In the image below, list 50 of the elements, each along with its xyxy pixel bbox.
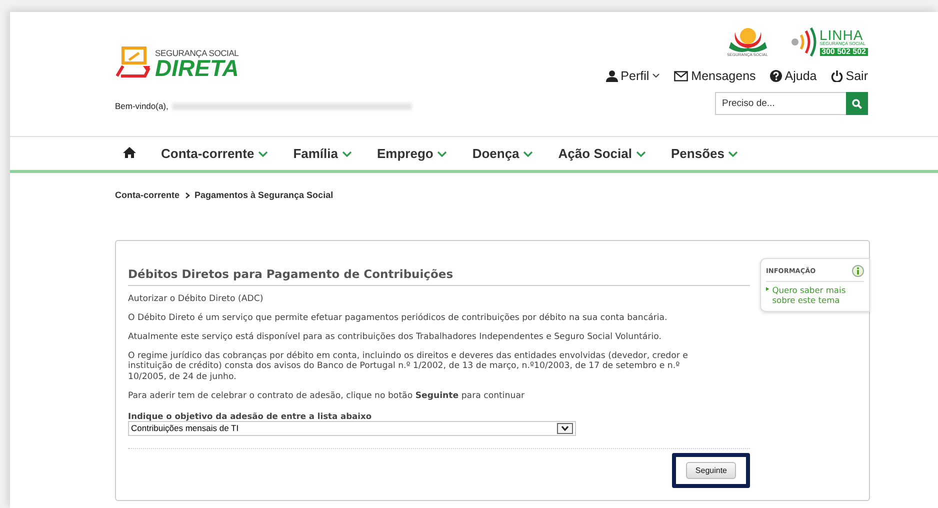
nav-item[interactable]: Família	[293, 146, 352, 161]
search-button[interactable]	[846, 92, 868, 115]
header-link[interactable]: Sair	[830, 69, 868, 83]
info-icon	[852, 265, 864, 277]
paragraph: O Débito Direto é um serviço que permite efetuar pagamentos periódicos de contribuições por débito na sua conta bancária.	[128, 313, 668, 324]
help-icon	[770, 70, 782, 82]
header-link[interactable]: Ajuda	[770, 69, 817, 83]
nav-item[interactable]: Pensões	[671, 146, 738, 161]
sound-waves-icon	[790, 27, 816, 57]
field-label: Indique o objetivo da adesão de entre a lista abaixo	[128, 410, 373, 421]
greeting-text: Bem-vindo(a),	[115, 101, 168, 111]
header-link[interactable]: Perfil	[606, 69, 660, 83]
section-title: Débitos Diretos para Pagamento de Contribuições	[128, 267, 750, 286]
paragraph: Autorizar o Débito Direto (ADC)	[128, 294, 264, 306]
chevron-down-icon	[652, 73, 660, 79]
search-field[interactable]: Preciso de...	[715, 92, 846, 115]
chevron-down-icon	[258, 150, 268, 157]
info-link[interactable]: Quero saber mais sobre este tema	[766, 286, 864, 306]
hotline-title: LINHA	[820, 28, 864, 42]
paragraph: O regime jurídico das cobranças por débito em conta, incluindo os direitos e deveres das entidades envolvidas (devedor, credor e instituição de crédito) consta dos avisos do Banco de Portugal n.º 1/2002, de 13 de março, n.º10/2003, de 17 de setembro e n.º 10/2005, de 24 de junho.	[128, 350, 689, 383]
chevron-right-icon	[184, 192, 190, 198]
breadcrumb-item[interactable]: Conta-corrente	[115, 190, 180, 200]
nav-item[interactable]: Conta-corrente	[161, 146, 268, 161]
breadcrumb-item: Pagamentos à Segurança Social	[194, 190, 334, 200]
nav-item[interactable]: Ação Social	[558, 146, 646, 161]
header-link[interactable]: Mensagens	[674, 69, 756, 83]
hotline-number: 300 502 502	[820, 48, 868, 56]
logo-subtitle: SEGURANÇA SOCIAL	[155, 48, 239, 57]
chevron-down-icon	[342, 150, 352, 157]
sun-emblem-icon	[726, 26, 768, 52]
chevron-down-icon	[728, 150, 738, 157]
next-button[interactable]: Seguinte	[686, 462, 736, 479]
paragraph: Para aderir tem de celebrar o contrato de adesão, clique no botão Seguinte para continuar	[128, 390, 526, 402]
paragraph: Atualmente este serviço está disponível para as contribuições dos Trabalhadores Independentes e Seguro Social Voluntário.	[128, 332, 662, 343]
home-link[interactable]	[123, 146, 136, 161]
logo-title: DIRETA	[155, 57, 239, 80]
nav-item[interactable]: Doença	[472, 146, 534, 161]
select-field[interactable]: Contribuições mensais de TI	[128, 420, 576, 436]
search-icon	[852, 98, 862, 108]
power-icon	[830, 70, 843, 82]
chevron-down-icon	[437, 150, 448, 157]
chevron-down-icon	[523, 150, 534, 157]
user-icon	[606, 70, 618, 82]
nav-item[interactable]: Emprego	[376, 146, 448, 161]
bullet-triangle-icon	[766, 286, 770, 292]
chevron-down-icon	[561, 426, 569, 431]
logo-icon	[115, 46, 151, 80]
envelope-icon	[674, 70, 688, 82]
home-icon	[123, 147, 136, 158]
chevron-down-icon	[636, 150, 646, 157]
